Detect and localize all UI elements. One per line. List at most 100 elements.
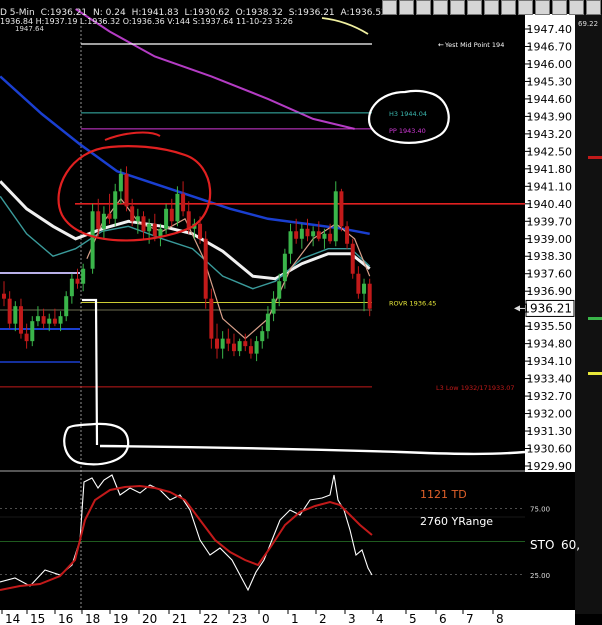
header2-field: O:1936.36	[122, 17, 165, 26]
candle-body	[81, 268, 86, 284]
candle-body	[90, 211, 95, 269]
yest-mid-arrow: ←	[438, 41, 444, 49]
level-label: L3 Low 1932/171933.07	[436, 384, 515, 392]
toolbar-button[interactable]	[552, 0, 567, 15]
time-tick-label: 20	[142, 612, 157, 625]
toolbar-button[interactable]	[433, 0, 448, 15]
price-tick-label: 1934.10	[527, 355, 573, 368]
candle-body	[124, 173, 129, 207]
price-tick-label: 1929.90	[527, 460, 573, 473]
time-tick-label: 22	[203, 612, 218, 625]
candle-body	[47, 318, 52, 324]
level-label: Yest Mid Point 194	[444, 41, 504, 49]
toolbar-button[interactable]	[484, 0, 499, 15]
candle-body	[311, 231, 316, 237]
price-tick-label: 1945.30	[527, 75, 573, 88]
level-label: ROVR 1936.45	[389, 299, 436, 307]
stoch-name: STO	[530, 538, 554, 552]
toolbar-button[interactable]	[416, 0, 431, 15]
candle-body	[333, 191, 338, 242]
top-level-label: 1947.64	[15, 25, 44, 33]
candle-body	[152, 223, 157, 237]
price-tick-label: 1936.21	[522, 301, 572, 315]
price-tick-label: 1931.30	[527, 425, 573, 438]
toolbar-button[interactable]	[518, 0, 533, 15]
candle-body	[147, 223, 152, 232]
candle-body	[69, 278, 74, 297]
candle-body	[237, 341, 242, 352]
toolbar-strip	[380, 0, 601, 16]
toolbar-button[interactable]	[501, 0, 516, 15]
price-tick-label: 1946.00	[527, 58, 573, 71]
candle-body	[175, 193, 180, 222]
time-tick-label: 19	[113, 612, 128, 625]
price-tick-label: 1941.10	[527, 180, 573, 193]
candle-body	[35, 316, 40, 322]
candle-body	[181, 193, 186, 212]
candle-body	[101, 213, 106, 229]
price-tick-label: 1934.80	[527, 338, 573, 351]
candle-body	[339, 191, 344, 227]
time-tick-label: 3	[348, 612, 356, 625]
price-tick-label: 1944.60	[527, 93, 573, 106]
time-tick-label: 23	[232, 612, 247, 625]
header2-field: V:144	[167, 17, 191, 26]
candle-body	[118, 173, 123, 192]
annotation-yrange: 2760 YRange	[420, 515, 493, 528]
candle-body	[141, 216, 146, 232]
toolbar-button[interactable]	[382, 0, 397, 15]
stoch-value: 60,	[561, 538, 580, 552]
candle-body	[30, 321, 35, 342]
candle-body	[209, 298, 214, 339]
candle-body	[316, 231, 321, 239]
header-field: S:1936.21	[288, 8, 335, 18]
candle-body	[58, 316, 63, 324]
toolbar-button[interactable]	[450, 0, 465, 15]
price-tick-label: 1935.50	[527, 320, 573, 333]
level-label: PP 1943.40	[389, 127, 426, 135]
toolbar-button[interactable]	[467, 0, 482, 15]
candle-body	[203, 238, 208, 299]
price-tick-label: 1930.60	[527, 443, 573, 456]
header2-field: 3:26	[274, 17, 293, 26]
time-tick-label: 6	[439, 612, 447, 625]
candle-body	[231, 343, 236, 352]
candle-body	[350, 243, 355, 274]
chart-canvas: 1947.40 1946.70 1946.00 1945.30 1944.60 1943.…	[0, 0, 602, 625]
price-tick-label: 1932.70	[527, 390, 573, 403]
time-tick-label: 5	[409, 612, 417, 625]
candle-body	[277, 281, 282, 299]
price-tick-label: 1943.20	[527, 128, 573, 141]
candle-body	[13, 306, 18, 324]
price-tick-label: 1939.00	[527, 233, 573, 246]
time-tick-label: 18	[85, 612, 100, 625]
candle-body	[328, 233, 333, 242]
price-tick-label: 1938.30	[527, 250, 573, 263]
side-mark	[588, 372, 602, 375]
time-tick-label: 7	[466, 612, 474, 625]
time-tick-label: 0	[262, 612, 270, 625]
price-tick-label: 1947.40	[527, 23, 573, 36]
candle-body	[220, 338, 225, 349]
candle-body	[75, 278, 80, 284]
toolbar-button[interactable]	[535, 0, 550, 15]
header2-field: S:1937.64	[192, 17, 234, 26]
price-tick-label: 1936.90	[527, 285, 573, 298]
candle-body	[41, 316, 46, 324]
candle-body	[367, 283, 372, 309]
candle-body	[169, 208, 174, 222]
toolbar-button[interactable]	[569, 0, 584, 15]
candle-body	[305, 228, 310, 237]
candle-body	[243, 341, 248, 347]
candle-body	[2, 293, 6, 299]
price-tick-label: 1937.60	[527, 268, 573, 281]
candle-body	[288, 231, 293, 254]
candle-body	[64, 296, 69, 317]
candle-body	[96, 211, 101, 229]
time-tick-label: 16	[58, 612, 73, 625]
toolbar-button[interactable]	[399, 0, 414, 15]
candle-body	[226, 338, 231, 344]
toolbar-button[interactable]	[586, 0, 601, 15]
candle-body	[356, 273, 361, 294]
header2-field: L:1936.32	[79, 17, 121, 26]
